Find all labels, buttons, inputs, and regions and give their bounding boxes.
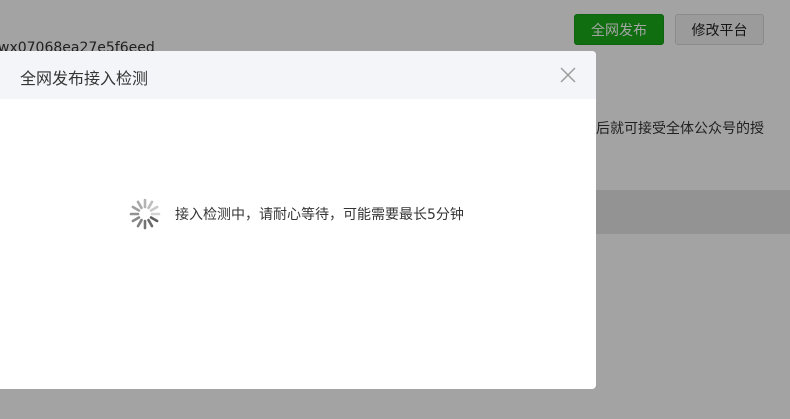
spinner-spoke <box>131 216 141 223</box>
spinner-spoke <box>147 200 154 210</box>
spinner-spoke <box>136 200 143 210</box>
loading-text: 接入检测中，请耐心等待，可能需要最长5分钟 <box>175 207 464 223</box>
dialog-header: 全网发布接入检测 <box>0 51 596 99</box>
spinner-spoke <box>136 218 143 228</box>
spinner-spoke <box>131 205 141 212</box>
loading-status: 接入检测中，请耐心等待，可能需要最长5分钟 <box>129 198 464 230</box>
access-check-dialog: 全网发布接入检测 接入检测中，请耐心等待，可能需要最长5分钟 <box>0 51 596 389</box>
spinner-spoke <box>149 216 159 223</box>
close-icon[interactable] <box>560 67 576 83</box>
loading-spinner-icon <box>129 198 161 230</box>
spinner-spoke <box>149 205 159 212</box>
dialog-title: 全网发布接入检测 <box>20 69 149 88</box>
spinner-spoke <box>147 218 154 228</box>
